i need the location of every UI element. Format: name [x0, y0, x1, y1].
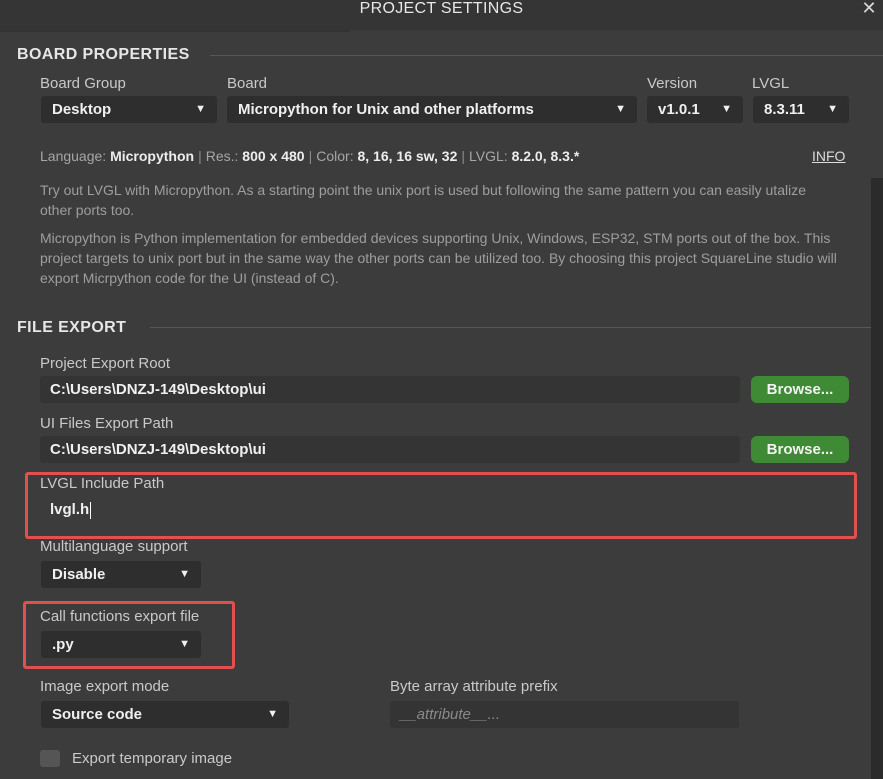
- multilanguage-value: Disable: [52, 566, 106, 583]
- version-label: Version: [647, 75, 698, 92]
- lvgl-label: LVGL: [752, 75, 790, 92]
- caret-down-icon: ▼: [267, 708, 278, 720]
- board-group-dropdown[interactable]: Desktop ▼: [41, 96, 217, 123]
- board-label: Board: [227, 75, 268, 92]
- lvgl-include-path-value: lvgl.h: [50, 501, 90, 518]
- text-cursor: [90, 501, 92, 519]
- board-value: Micropython for Unix and other platforms: [238, 101, 534, 118]
- board-group-value: Desktop: [52, 101, 112, 118]
- caret-down-icon: ▼: [615, 103, 626, 115]
- caret-down-icon: ▼: [827, 103, 838, 115]
- language-value: Micropython: [110, 148, 195, 164]
- call-functions-label: Call functions export file: [40, 608, 200, 625]
- caret-down-icon: ▼: [195, 103, 206, 115]
- project-export-root-input[interactable]: C:\Users\DNZJ-149\Desktop\ui: [40, 376, 740, 403]
- export-temporary-image-label: Export temporary image: [72, 750, 233, 767]
- export-temporary-image-checkbox[interactable]: [40, 750, 60, 767]
- ui-files-export-path-input[interactable]: C:\Users\DNZJ-149\Desktop\ui: [40, 436, 740, 463]
- close-icon[interactable]: ✕: [859, 0, 879, 18]
- project-export-root-label: Project Export Root: [40, 355, 171, 372]
- caret-down-icon: ▼: [179, 568, 190, 580]
- lvgl-version-dropdown[interactable]: 8.3.11 ▼: [753, 96, 849, 123]
- version-dropdown[interactable]: v1.0.1 ▼: [647, 96, 743, 123]
- lvgl-support-value: 8.2.0, 8.3.*: [511, 148, 580, 164]
- caret-down-icon: ▼: [179, 638, 190, 650]
- color-label: Color:: [316, 148, 354, 164]
- ui-files-export-path-label: UI Files Export Path: [40, 415, 174, 432]
- title-underline: [0, 30, 350, 32]
- multilanguage-label: Multilanguage support: [40, 538, 188, 555]
- board-description-1: Try out LVGL with Micropython. As a star…: [40, 182, 806, 218]
- lvgl-include-path-label: LVGL Include Path: [40, 475, 165, 492]
- info-separator: |: [461, 148, 466, 164]
- color-value: 8, 16, 16 sw, 32: [357, 148, 458, 164]
- res-value: 800 x 480: [242, 148, 305, 164]
- lvgl-support-label: LVGL:: [469, 148, 508, 164]
- board-description-2: Micropython is Python implementation for…: [40, 230, 837, 286]
- language-label: Language:: [40, 148, 107, 164]
- version-value: v1.0.1: [658, 101, 700, 118]
- call-functions-value: .py: [52, 636, 74, 653]
- info-link[interactable]: INFO: [812, 148, 845, 164]
- board-properties-heading: BOARD PROPERTIES: [17, 46, 190, 63]
- image-export-mode-dropdown[interactable]: Source code ▼: [41, 701, 289, 728]
- scrollbar[interactable]: [871, 178, 883, 779]
- call-functions-dropdown[interactable]: .py ▼: [41, 631, 201, 658]
- ui-files-export-path-browse-button[interactable]: Browse...: [751, 436, 849, 463]
- file-export-divider: [150, 327, 871, 328]
- res-label: Res.:: [205, 148, 239, 164]
- info-separator: |: [308, 148, 313, 164]
- multilanguage-dropdown[interactable]: Disable ▼: [41, 561, 201, 588]
- board-group-label: Board Group: [40, 75, 126, 92]
- caret-down-icon: ▼: [721, 103, 732, 115]
- window-title: PROJECT SETTINGS: [359, 0, 524, 17]
- image-export-mode-value: Source code: [52, 706, 143, 723]
- byte-array-prefix-label: Byte array attribute prefix: [390, 678, 558, 695]
- project-export-root-browse-button[interactable]: Browse...: [751, 376, 849, 403]
- image-export-mode-label: Image export mode: [40, 678, 170, 695]
- lvgl-version-value: 8.3.11: [764, 101, 805, 118]
- lvgl-include-path-input[interactable]: lvgl.h: [40, 496, 840, 523]
- file-export-heading: FILE EXPORT: [17, 319, 127, 336]
- board-info-line: Language: Micropython | Res.: 800 x 480 | Co…: [40, 148, 579, 164]
- title-bar: PROJECT SETTINGS ✕: [0, 0, 883, 30]
- board-properties-divider: [210, 55, 883, 56]
- info-separator: |: [198, 148, 202, 164]
- board-dropdown[interactable]: Micropython for Unix and other platforms…: [227, 96, 637, 123]
- byte-array-prefix-input[interactable]: __attribute__...: [390, 701, 739, 728]
